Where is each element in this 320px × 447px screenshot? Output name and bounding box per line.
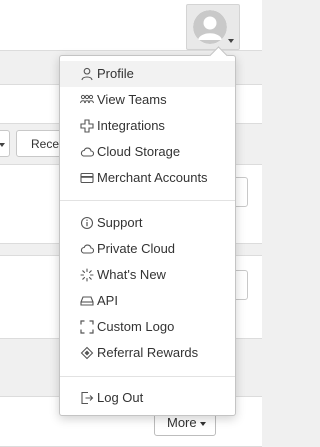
user-dropdown-menu: Profile View Teams Integrations Cloud St…	[59, 46, 236, 416]
user-avatar-button[interactable]	[186, 4, 240, 50]
menu-item-profile[interactable]: Profile	[60, 61, 235, 87]
menu-item-label: Referral Rewards	[97, 345, 199, 360]
cloud-icon	[80, 242, 94, 256]
more-button-label: More	[167, 415, 197, 430]
toolbar-dropdown-button[interactable]	[0, 130, 10, 157]
chevron-down-icon	[0, 142, 5, 147]
menu-item-label: Merchant Accounts	[97, 170, 208, 185]
menu-item-label: What's New	[97, 267, 166, 282]
menu-divider	[60, 376, 235, 377]
menu-item-support[interactable]: Support	[60, 210, 235, 236]
top-header	[0, 0, 262, 51]
menu-item-label: View Teams	[97, 92, 167, 107]
menu-item-label: Profile	[97, 66, 134, 81]
chevron-down-icon	[228, 39, 234, 43]
menu-item-merchant-accounts[interactable]: Merchant Accounts	[60, 165, 235, 191]
menu-item-whats-new[interactable]: What's New	[60, 262, 235, 288]
menu-item-label: Log Out	[97, 390, 144, 405]
menu-divider	[60, 200, 235, 201]
ticket-icon	[80, 346, 94, 360]
info-icon	[80, 216, 94, 230]
menu-item-label: Support	[97, 215, 143, 230]
frame-corners-icon	[80, 320, 94, 334]
logout-icon	[80, 391, 94, 405]
menu-item-api[interactable]: API	[60, 288, 235, 314]
menu-item-view-teams[interactable]: View Teams	[60, 87, 235, 113]
plus-square-icon	[80, 119, 94, 133]
sparkle-icon	[80, 268, 94, 282]
menu-item-custom-logo[interactable]: Custom Logo	[60, 314, 235, 340]
menu-item-label: API	[97, 293, 118, 308]
credit-card-icon	[80, 171, 94, 185]
menu-item-log-out[interactable]: Log Out	[60, 385, 235, 411]
menu-item-cloud-storage[interactable]: Cloud Storage	[60, 139, 235, 165]
menu-item-label: Integrations	[97, 118, 165, 133]
team-icon	[80, 93, 94, 107]
menu-item-private-cloud[interactable]: Private Cloud	[60, 236, 235, 262]
drive-icon	[80, 294, 94, 308]
menu-item-label: Custom Logo	[97, 319, 175, 334]
cloud-icon	[80, 145, 94, 159]
person-icon	[80, 67, 94, 81]
menu-item-integrations[interactable]: Integrations	[60, 113, 235, 139]
chevron-down-icon	[199, 421, 206, 426]
avatar	[193, 10, 227, 44]
menu-item-label: Private Cloud	[97, 241, 176, 256]
menu-item-label: Cloud Storage	[97, 144, 181, 159]
menu-item-referral-rewards[interactable]: Referral Rewards	[60, 340, 235, 366]
